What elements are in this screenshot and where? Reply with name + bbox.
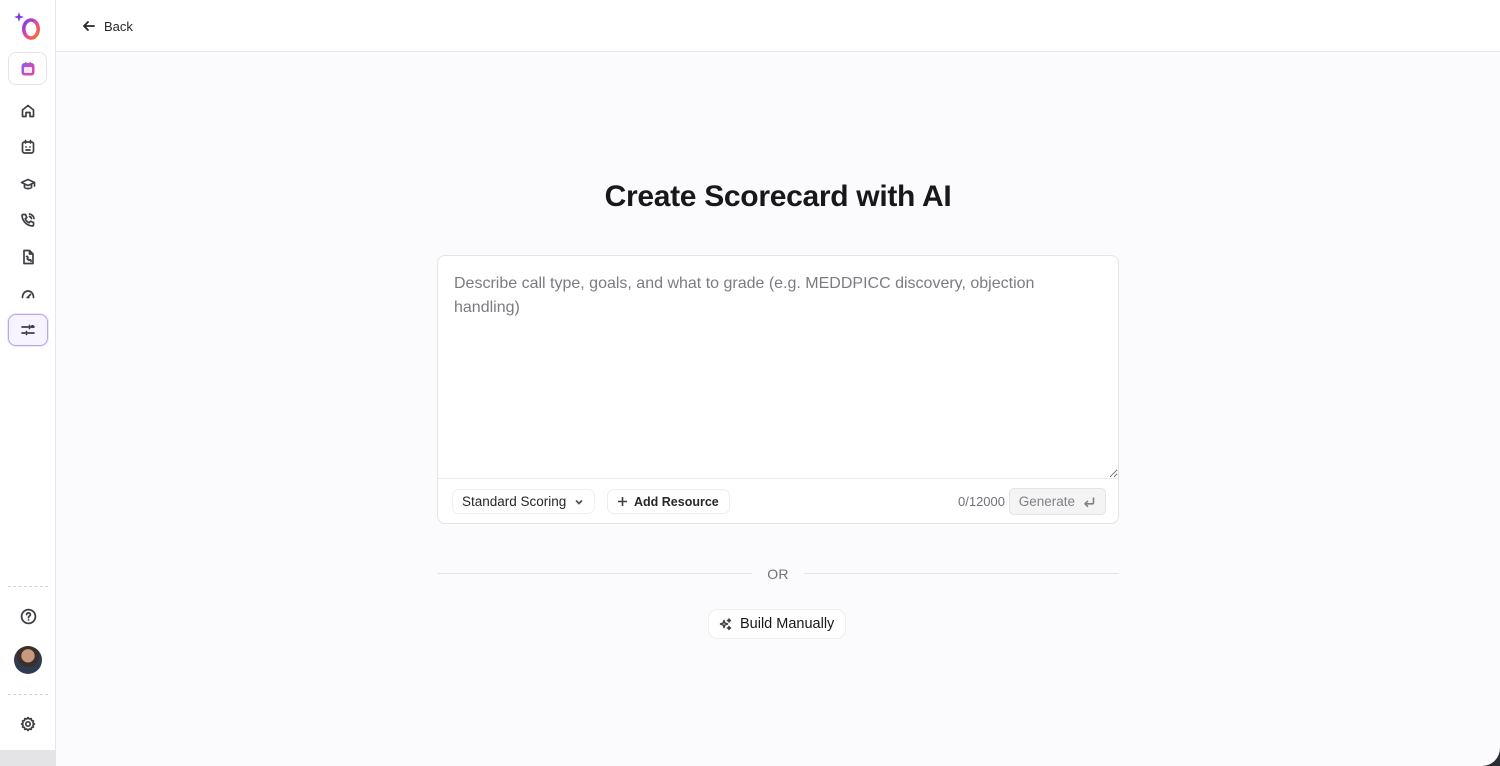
sidebar-item-training[interactable]: [8, 168, 48, 200]
sidebar-item-scorecards[interactable]: [8, 314, 48, 346]
sidebar-item-calls[interactable]: [8, 204, 48, 236]
generate-button[interactable]: Generate: [1008, 488, 1106, 515]
enter-key-icon: [1084, 496, 1095, 507]
scoring-mode-select[interactable]: Standard Scoring: [452, 489, 596, 514]
scoring-mode-value: Standard Scoring: [462, 494, 567, 509]
or-label: OR: [767, 566, 789, 582]
chevron-down-icon: [575, 499, 583, 505]
app-window: Back Create Scorecard with AI Standard S…: [0, 0, 1500, 766]
divider-line: [437, 573, 752, 574]
sidebar-item-help[interactable]: [8, 600, 48, 632]
or-divider: OR: [437, 564, 1119, 584]
sidebar-divider: [8, 694, 48, 695]
sidebar-item-call-reports[interactable]: [8, 241, 48, 273]
calendar-icon: [21, 139, 35, 154]
sidebar-divider: [8, 586, 48, 587]
top-bar: Back: [56, 0, 1500, 52]
build-manually-label: Build Manually: [740, 616, 835, 632]
composer-toolbar: Standard Scoring Add Resource 0/12000 Ge…: [438, 479, 1118, 524]
brand-logo[interactable]: [12, 10, 44, 42]
prompt-textarea[interactable]: [438, 256, 1118, 479]
sidebar-item-settings[interactable]: [8, 708, 48, 740]
calendar-app-icon: [21, 61, 34, 75]
gear-icon: [20, 716, 36, 732]
scorecard-prompt-composer: Standard Scoring Add Resource 0/12000 Ge…: [437, 255, 1119, 524]
sidebar-item-analytics[interactable]: [8, 278, 48, 310]
sparkles-icon: [719, 617, 732, 630]
page-title: Create Scorecard with AI: [604, 180, 952, 213]
gauge-icon: [21, 290, 35, 299]
sidebar-item-calendar[interactable]: [8, 131, 48, 163]
divider-line: [804, 573, 1119, 574]
graduation-cap-icon: [20, 178, 36, 190]
sidebar: [0, 0, 56, 766]
logo-icon: [14, 12, 40, 40]
workspace-switcher[interactable]: [8, 52, 47, 85]
back-button[interactable]: Back: [82, 16, 133, 36]
add-resource-label: Add Resource: [634, 494, 719, 509]
back-label: Back: [104, 18, 133, 34]
build-manually-button[interactable]: Build Manually: [708, 609, 847, 639]
sidebar-footer-strip: [0, 750, 56, 766]
generate-label: Generate: [1018, 494, 1075, 509]
arrow-left-icon: [83, 21, 95, 31]
help-icon: [20, 608, 36, 624]
plus-icon: [618, 497, 627, 506]
avatar[interactable]: [14, 646, 42, 674]
phone-call-icon: [21, 213, 35, 227]
phone-document-icon: [23, 249, 34, 265]
add-resource-button[interactable]: Add Resource: [607, 489, 730, 514]
home-icon: [21, 104, 35, 118]
sliders-icon: [21, 324, 35, 336]
sidebar-item-home[interactable]: [8, 95, 48, 127]
character-counter: 0/12000: [958, 494, 1005, 509]
